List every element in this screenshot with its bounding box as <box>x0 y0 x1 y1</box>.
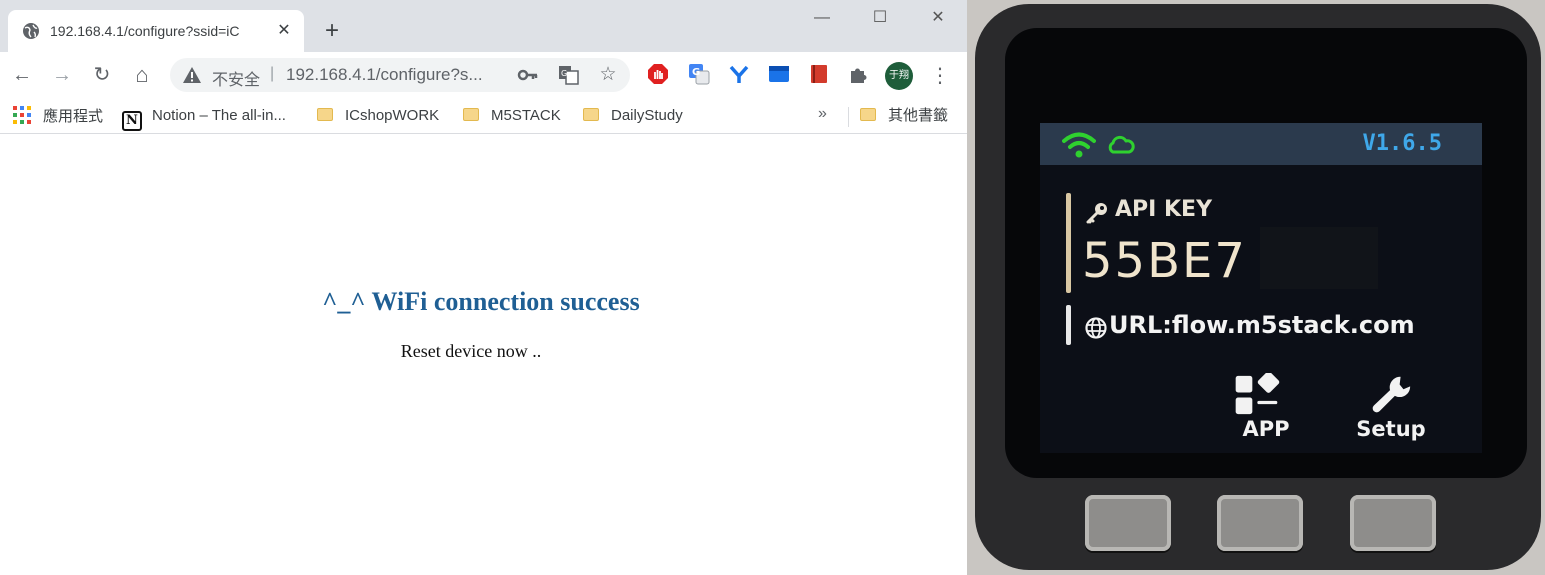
key-icon <box>1086 203 1107 224</box>
bookmarks-divider <box>848 107 849 127</box>
api-key-value: 55BE7 <box>1082 233 1247 289</box>
blue-extension-icon[interactable] <box>768 63 790 85</box>
reload-button[interactable]: ↻ <box>89 62 115 88</box>
folder-icon <box>463 108 479 121</box>
bookmark-notion-label: Notion – The all-in... <box>152 107 286 124</box>
warning-triangle-icon <box>183 67 201 83</box>
url-text[interactable]: 192.168.4.1/configure?s... <box>286 65 506 85</box>
hardware-button-c[interactable] <box>1350 495 1436 551</box>
bookmarks-bar: 應用程式 N Notion – The all-in... ICshopWORK … <box>0 99 967 134</box>
address-bar[interactable]: 不安全 | 192.168.4.1/configure?s... G ☆ <box>170 58 630 92</box>
success-heading: ^_^ WiFi connection success <box>322 287 640 316</box>
not-secure-label[interactable]: 不安全 <box>212 66 260 90</box>
minimize-button[interactable]: — <box>808 6 836 30</box>
setup-screen-button[interactable]: Setup <box>1350 371 1432 447</box>
back-button[interactable]: ← <box>9 62 35 88</box>
setup-label: Setup <box>1356 417 1426 441</box>
bookmark-dailystudy[interactable]: DailyStudy <box>583 106 683 126</box>
flow-url-text: URL:flow.m5stack.com <box>1109 311 1415 339</box>
url-accent-bar <box>1066 305 1071 345</box>
app-screen-button[interactable]: APP <box>1230 371 1302 447</box>
bookmark-apps-label: 應用程式 <box>43 108 104 125</box>
page-content: ^_^ WiFi connection success Reset device… <box>0 135 967 575</box>
google-translate-icon[interactable]: G <box>688 63 710 85</box>
bookmark-apps[interactable]: 應用程式 <box>13 106 103 126</box>
browser-menu-icon[interactable]: ⋮ <box>930 62 950 90</box>
svg-text:G: G <box>561 69 567 78</box>
omnibox-separator: | <box>270 65 275 82</box>
password-key-icon[interactable] <box>517 65 539 85</box>
app-grid-icon <box>1235 373 1280 415</box>
hardware-button-b[interactable] <box>1217 495 1303 551</box>
api-key-accent-bar <box>1066 193 1071 293</box>
profile-avatar[interactable]: 于翔 <box>885 62 913 90</box>
app-label: APP <box>1242 417 1290 441</box>
maximize-button[interactable]: ☐ <box>866 6 894 30</box>
cloud-icon <box>1108 135 1135 154</box>
bookmark-star-icon[interactable]: ☆ <box>597 65 619 85</box>
browser-toolbar: ← → ↻ ⌂ 不安全 | 192.168.4.1/configure?s...… <box>0 52 967 99</box>
m5stack-device-photo: V1.6.5 API KEY 55BE7 URL:flow.m5stack.co… <box>967 0 1545 575</box>
red-book-icon[interactable] <box>808 63 830 85</box>
svg-text:G: G <box>692 67 700 78</box>
y-extension-icon[interactable] <box>728 63 750 85</box>
new-tab-button[interactable]: + <box>318 18 346 46</box>
firmware-version: V1.6.5 <box>1362 131 1442 156</box>
hardware-button-a[interactable] <box>1085 495 1171 551</box>
device-screen: V1.6.5 API KEY 55BE7 URL:flow.m5stack.co… <box>1040 123 1482 453</box>
bookmark-icshopwork-label: ICshopWORK <box>345 107 440 124</box>
bookmark-other-label: 其他書籤 <box>888 107 949 124</box>
tab-strip: 192.168.4.1/configure?ssid=iC ✕ + — ☐ ✕ <box>0 0 967 52</box>
bookmark-notion[interactable]: N Notion – The all-in... <box>122 106 286 131</box>
api-key-redaction <box>1260 227 1378 289</box>
device-status-bar: V1.6.5 <box>1040 123 1482 165</box>
puzzle-icon[interactable] <box>848 63 870 85</box>
notion-icon: N <box>122 111 142 131</box>
bookmark-icshopwork[interactable]: ICshopWORK <box>317 106 439 126</box>
globe-icon <box>1085 317 1107 339</box>
api-key-label: API KEY <box>1115 197 1213 222</box>
tab-close-icon[interactable]: ✕ <box>274 21 294 41</box>
tab-active[interactable]: 192.168.4.1/configure?ssid=iC ✕ <box>8 10 304 52</box>
reset-message: Reset device now .. <box>400 341 542 361</box>
close-window-button[interactable]: ✕ <box>924 6 952 30</box>
bookmark-other[interactable]: 其他書籤 <box>860 106 948 126</box>
translate-icon[interactable]: G <box>558 65 580 85</box>
folder-icon <box>317 108 333 121</box>
wrench-icon <box>1372 376 1411 413</box>
globe-favicon-icon <box>23 23 39 39</box>
browser-window: 192.168.4.1/configure?ssid=iC ✕ + — ☐ ✕ … <box>0 0 967 575</box>
bookmark-m5stack-label: M5STACK <box>491 107 561 124</box>
bookmark-m5stack[interactable]: M5STACK <box>463 106 561 126</box>
folder-icon <box>583 108 599 121</box>
wifi-icon <box>1062 132 1096 158</box>
bookmarks-overflow-button[interactable]: » <box>818 105 827 123</box>
forward-button[interactable]: → <box>49 62 75 88</box>
tab-title: 192.168.4.1/configure?ssid=iC <box>50 23 240 39</box>
bookmark-dailystudy-label: DailyStudy <box>611 107 683 124</box>
apps-grid-icon <box>13 106 31 124</box>
adblock-icon[interactable] <box>647 63 669 85</box>
folder-icon <box>860 108 876 121</box>
home-button[interactable]: ⌂ <box>129 62 155 88</box>
